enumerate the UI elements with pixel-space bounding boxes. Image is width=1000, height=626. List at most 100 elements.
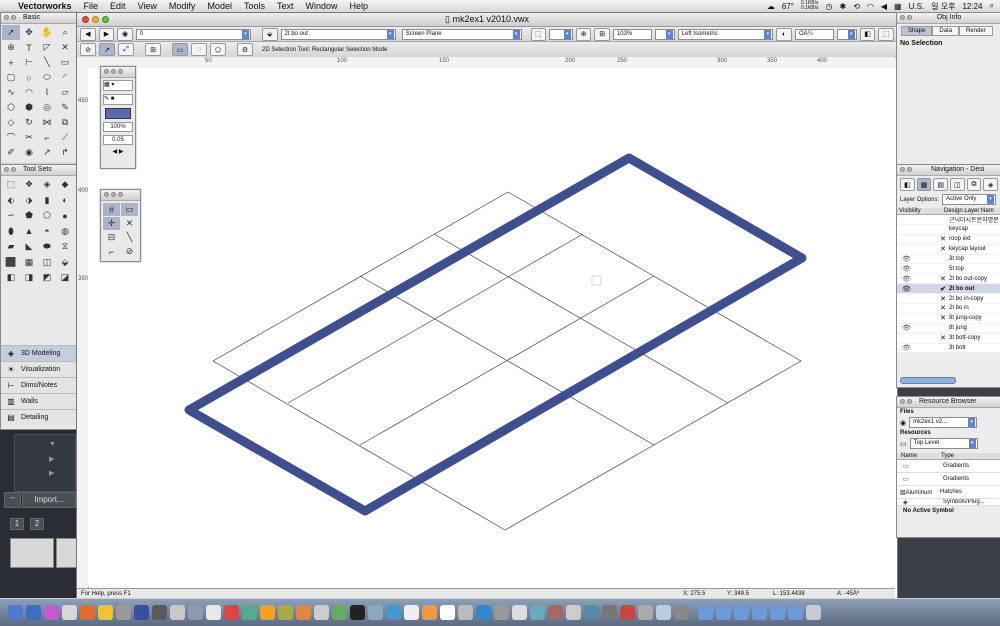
oval-tool-icon[interactable]: ⬭ bbox=[38, 70, 56, 85]
app-icon[interactable] bbox=[278, 605, 293, 620]
resource-row[interactable]: ▭ Gradients bbox=[897, 460, 1000, 473]
clock-menu-icon[interactable]: ◷ bbox=[826, 2, 833, 11]
nav-symbols-icon[interactable]: ◈ bbox=[983, 178, 999, 191]
cylinder-tool-icon[interactable]: ⬮ bbox=[2, 224, 20, 240]
col-layer-name[interactable]: Design Layer Nam bbox=[932, 208, 994, 214]
back-view-icon[interactable]: ◀ bbox=[80, 27, 96, 41]
menu-edit[interactable]: Edit bbox=[104, 1, 132, 11]
close-button[interactable] bbox=[82, 16, 89, 23]
file-select[interactable]: mk2ex1 v2... ▾ bbox=[909, 417, 978, 428]
snap-tangent-icon[interactable]: ╲ bbox=[121, 231, 138, 244]
class-icon[interactable]: ◉ bbox=[117, 27, 133, 41]
app-icon[interactable] bbox=[584, 605, 599, 620]
app-icon[interactable] bbox=[206, 605, 221, 620]
circle-tool-icon[interactable]: ○ bbox=[20, 70, 38, 85]
photoshop-icon[interactable] bbox=[134, 605, 149, 620]
layer-row-active[interactable]: 👁 ✔ 2t bo out bbox=[897, 284, 1000, 295]
drawing-canvas[interactable] bbox=[88, 68, 895, 587]
app-icon[interactable] bbox=[620, 605, 635, 620]
app-icon[interactable] bbox=[224, 605, 239, 620]
folder-icon[interactable] bbox=[734, 605, 749, 620]
nav-views-icon[interactable]: ◫ bbox=[950, 178, 965, 191]
nurbs-curve-tool-icon[interactable]: ∽ bbox=[2, 208, 20, 224]
push-pull-tool-icon[interactable]: ⬚ bbox=[2, 177, 20, 193]
multi-object-mode-icon[interactable]: ⤢ bbox=[118, 43, 134, 56]
layer-row[interactable]: 👁 3t top bbox=[897, 255, 1000, 265]
zoom-button[interactable] bbox=[102, 16, 109, 23]
project-tool-icon[interactable]: ⬙ bbox=[56, 255, 74, 271]
layer-row[interactable]: ✕ 2t bo in-copy bbox=[897, 294, 1000, 305]
snap-smart-point-icon[interactable]: ⌐ bbox=[103, 245, 120, 258]
bg-import-button[interactable]: Import... bbox=[22, 492, 76, 508]
rectangular-mode-icon[interactable]: ▭ bbox=[172, 43, 188, 56]
cube-view-icon[interactable]: ⬚ bbox=[878, 27, 895, 41]
resource-row[interactable]: ▭ Gradients bbox=[897, 473, 1000, 486]
fill-selector[interactable]: ▦ ▾ bbox=[103, 80, 133, 91]
flag-icon[interactable]: ▦ bbox=[894, 2, 902, 11]
menu-tools[interactable]: Tools bbox=[238, 1, 271, 11]
single-object-mode-icon[interactable]: ↗ bbox=[99, 43, 115, 56]
lightroom-icon[interactable] bbox=[152, 605, 167, 620]
rounded-rect-tool-icon[interactable]: ▢ bbox=[2, 70, 20, 85]
bg-minus-button[interactable]: – bbox=[4, 492, 21, 508]
snap-distance-icon[interactable]: ⊟ bbox=[103, 231, 120, 244]
arc-tool-icon[interactable]: ◜ bbox=[56, 70, 74, 85]
menu-view[interactable]: View bbox=[132, 1, 163, 11]
class-select[interactable]: 0 ▾ bbox=[135, 28, 251, 40]
line-weight-field[interactable]: 0.05 bbox=[103, 135, 133, 145]
pen-selector[interactable]: ✎ ■ bbox=[103, 94, 133, 105]
layer-row[interactable]: ✕ keycap layout bbox=[897, 245, 1000, 255]
layer-row[interactable]: ✕ roop ext bbox=[897, 235, 1000, 245]
emboss-tool-icon[interactable]: ◪ bbox=[56, 270, 74, 286]
polyline-tool-icon[interactable]: ⌇ bbox=[38, 85, 56, 100]
snap-intersection-icon[interactable]: ✕ bbox=[121, 217, 138, 230]
connect-tool-icon[interactable]: ⟋ bbox=[56, 130, 74, 145]
menu-window[interactable]: Window bbox=[299, 1, 343, 11]
col-type[interactable]: Type bbox=[937, 453, 954, 459]
palette-window-controls[interactable] bbox=[900, 15, 912, 20]
app-icon[interactable] bbox=[674, 605, 689, 620]
mesh-tool-icon[interactable]: ▦ bbox=[20, 255, 38, 271]
terminal-icon[interactable] bbox=[350, 605, 365, 620]
toolset-dims-notes[interactable]: ⊢ Dims/Notes bbox=[1, 377, 76, 393]
render-select[interactable]: ▾ bbox=[837, 28, 857, 40]
offset-tool-icon[interactable]: ⧉ bbox=[56, 115, 74, 130]
locus-tool-icon[interactable]: + bbox=[2, 55, 20, 70]
layer-row[interactable]: ✕ 3t bott-copy bbox=[897, 334, 1000, 344]
app-icon[interactable] bbox=[530, 605, 545, 620]
hand-tool-icon[interactable]: ✋ bbox=[38, 25, 56, 40]
nav-refs-icon[interactable]: ⧉ bbox=[966, 178, 982, 191]
double-line-tool-icon[interactable]: ▱ bbox=[56, 85, 74, 100]
app-icon[interactable] bbox=[296, 605, 311, 620]
bg-page-2[interactable]: 2 bbox=[30, 518, 44, 530]
text-tool-icon[interactable]: T bbox=[20, 40, 38, 55]
app-icon[interactable] bbox=[656, 605, 671, 620]
bg-thumbnail[interactable] bbox=[56, 538, 78, 568]
solid-tool-icon[interactable]: ⬛ bbox=[2, 255, 20, 271]
imprint-tool-icon[interactable]: ◩ bbox=[38, 270, 56, 286]
minimize-button[interactable] bbox=[92, 16, 99, 23]
menu-help[interactable]: Help bbox=[344, 1, 375, 11]
color-swatch[interactable] bbox=[105, 108, 131, 119]
reshape-tool-icon[interactable]: ◇ bbox=[2, 115, 20, 130]
polygon-tool-icon[interactable]: ⬡ bbox=[2, 100, 20, 115]
extrude-tool-icon[interactable]: ▮ bbox=[38, 193, 56, 209]
visibility-tool-icon[interactable]: ◉ bbox=[20, 145, 38, 160]
nav-design-layers-icon[interactable]: ▦ bbox=[916, 178, 932, 191]
app-icon[interactable] bbox=[170, 605, 185, 620]
volume-icon[interactable]: ◀ bbox=[881, 2, 887, 11]
layer-select[interactable]: 2t bo out ▾ bbox=[280, 28, 396, 40]
dimension-tool-icon[interactable]: ⊢ bbox=[20, 55, 38, 70]
render-icon[interactable]: ◐ bbox=[776, 27, 792, 41]
sweep-tool-icon[interactable]: ◐ bbox=[56, 193, 74, 209]
flyover-tool-icon[interactable]: ⊕ bbox=[2, 40, 20, 55]
quarter-arc-tool-icon[interactable]: ◠ bbox=[20, 85, 38, 100]
illustrator-icon[interactable] bbox=[260, 605, 275, 620]
level-select[interactable]: Top Level ▾ bbox=[909, 438, 978, 449]
layer-row[interactable]: 👁 5t top bbox=[897, 264, 1000, 275]
folder-icon[interactable] bbox=[752, 605, 767, 620]
cone-tool-icon[interactable]: ▲ bbox=[20, 224, 38, 240]
callout-tool-icon[interactable]: ◸ bbox=[38, 40, 56, 55]
box-tool-icon[interactable]: ▰ bbox=[2, 239, 20, 255]
revolve-tool-icon[interactable]: ⬬ bbox=[38, 239, 56, 255]
